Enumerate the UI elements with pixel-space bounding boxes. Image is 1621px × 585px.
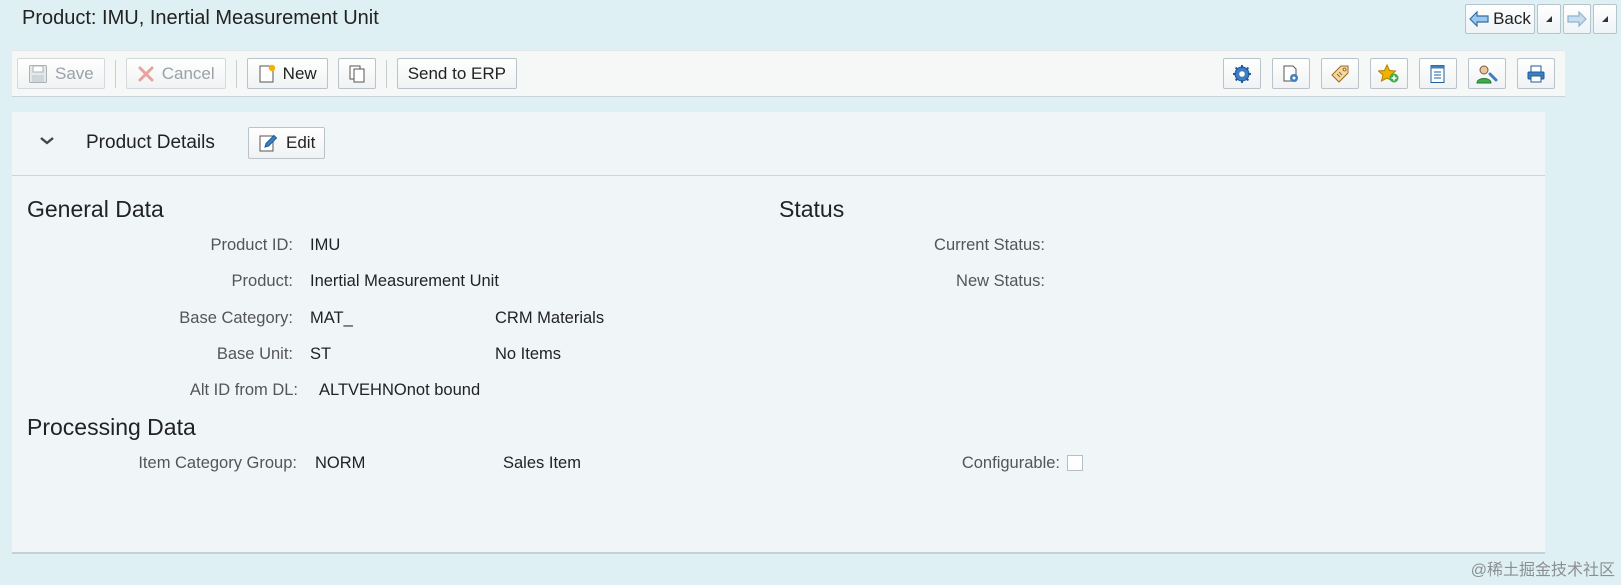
forward-history-dropdown[interactable] [1593, 4, 1617, 34]
item-category-group-description: Sales Item [503, 454, 581, 472]
base-unit-label: Base Unit: [216, 345, 293, 363]
forward-button[interactable] [1563, 4, 1591, 34]
arrow-right-icon [1567, 11, 1587, 27]
notes-button[interactable] [1419, 58, 1457, 89]
settings-button[interactable] [1223, 58, 1261, 89]
cancel-button[interactable]: Cancel [125, 58, 226, 89]
cancel-label: Cancel [161, 63, 215, 83]
alt-id-value: ALTVEHNOnot bound [319, 381, 481, 399]
product-label: Product: [231, 272, 293, 290]
chevron-down-icon[interactable] [39, 136, 55, 146]
item-category-group-value: NORM [315, 454, 366, 472]
back-history-dropdown[interactable] [1537, 4, 1561, 34]
edit-button[interactable]: Edit [248, 127, 325, 159]
product-value: Inertial Measurement Unit [310, 272, 499, 290]
panel-header: Product Details Edit [12, 112, 1545, 176]
new-button[interactable]: New [246, 58, 328, 89]
print-button[interactable] [1517, 58, 1555, 89]
new-label: New [282, 63, 317, 83]
user-config-button[interactable] [1468, 58, 1506, 89]
general-data-heading: General Data [27, 196, 164, 222]
status-heading: Status [779, 196, 845, 222]
toolbar-separator [385, 59, 387, 88]
page-title: Product: IMU, Inertial Measurement Unit [22, 7, 379, 29]
product-id-label: Product ID: [210, 236, 293, 254]
arrow-left-icon [1469, 11, 1489, 27]
watermark: @稀土掘金技术社区 [1470, 562, 1615, 579]
toolbar-separator [114, 59, 116, 88]
base-unit-value: ST [310, 345, 332, 363]
send-to-erp-button[interactable]: Send to ERP [396, 58, 517, 89]
tag-icon [1331, 65, 1349, 83]
save-label: Save [55, 63, 94, 83]
edit-label: Edit [286, 133, 316, 152]
edit-pencil-icon [259, 134, 278, 152]
panel-title: Product Details [86, 132, 215, 153]
history-nav: Back [1465, 4, 1617, 34]
current-status-label: Current Status: [934, 236, 1045, 254]
floppy-disk-icon [29, 64, 47, 83]
dropdown-triangle-icon [1602, 16, 1608, 22]
tag-button[interactable] [1321, 58, 1359, 89]
configurable-checkbox[interactable] [1067, 455, 1083, 471]
base-category-value: MAT_ [310, 309, 353, 327]
notes-icon [1430, 64, 1445, 83]
settings-icon [1233, 64, 1251, 83]
back-button[interactable]: Back [1465, 4, 1535, 34]
main-toolbar: Save Cancel New Send to ERP [12, 50, 1565, 97]
print-icon [1527, 65, 1545, 82]
favorite-add-icon [1378, 63, 1399, 82]
copy-icon [349, 65, 365, 82]
save-button[interactable]: Save [17, 58, 105, 89]
back-label: Back [1493, 9, 1531, 28]
new-status-label: New Status: [956, 272, 1045, 290]
dropdown-triangle-icon [1546, 16, 1552, 22]
configurable-label: Configurable: [961, 454, 1060, 472]
user-config-icon [1476, 65, 1498, 83]
base-category-description: CRM Materials [495, 309, 605, 327]
personalize-icon [1283, 65, 1298, 82]
new-document-icon [259, 64, 275, 82]
base-category-label: Base Category: [179, 309, 293, 327]
add-favorite-button[interactable] [1370, 58, 1408, 89]
toolbar-icon-group [1223, 58, 1565, 89]
processing-data-heading: Processing Data [27, 414, 196, 440]
item-category-group-label: Item Category Group: [138, 454, 297, 472]
personalize-button[interactable] [1272, 58, 1310, 89]
toolbar-separator [235, 59, 237, 88]
copy-button[interactable] [337, 58, 376, 89]
product-details-panel: Product Details Edit General Data Produc… [12, 112, 1545, 554]
alt-id-label: Alt ID from DL: [189, 381, 298, 399]
send-to-erp-label: Send to ERP [407, 63, 506, 83]
cancel-x-icon [138, 66, 154, 81]
base-unit-description: No Items [495, 345, 562, 363]
product-id-value: IMU [310, 236, 341, 254]
